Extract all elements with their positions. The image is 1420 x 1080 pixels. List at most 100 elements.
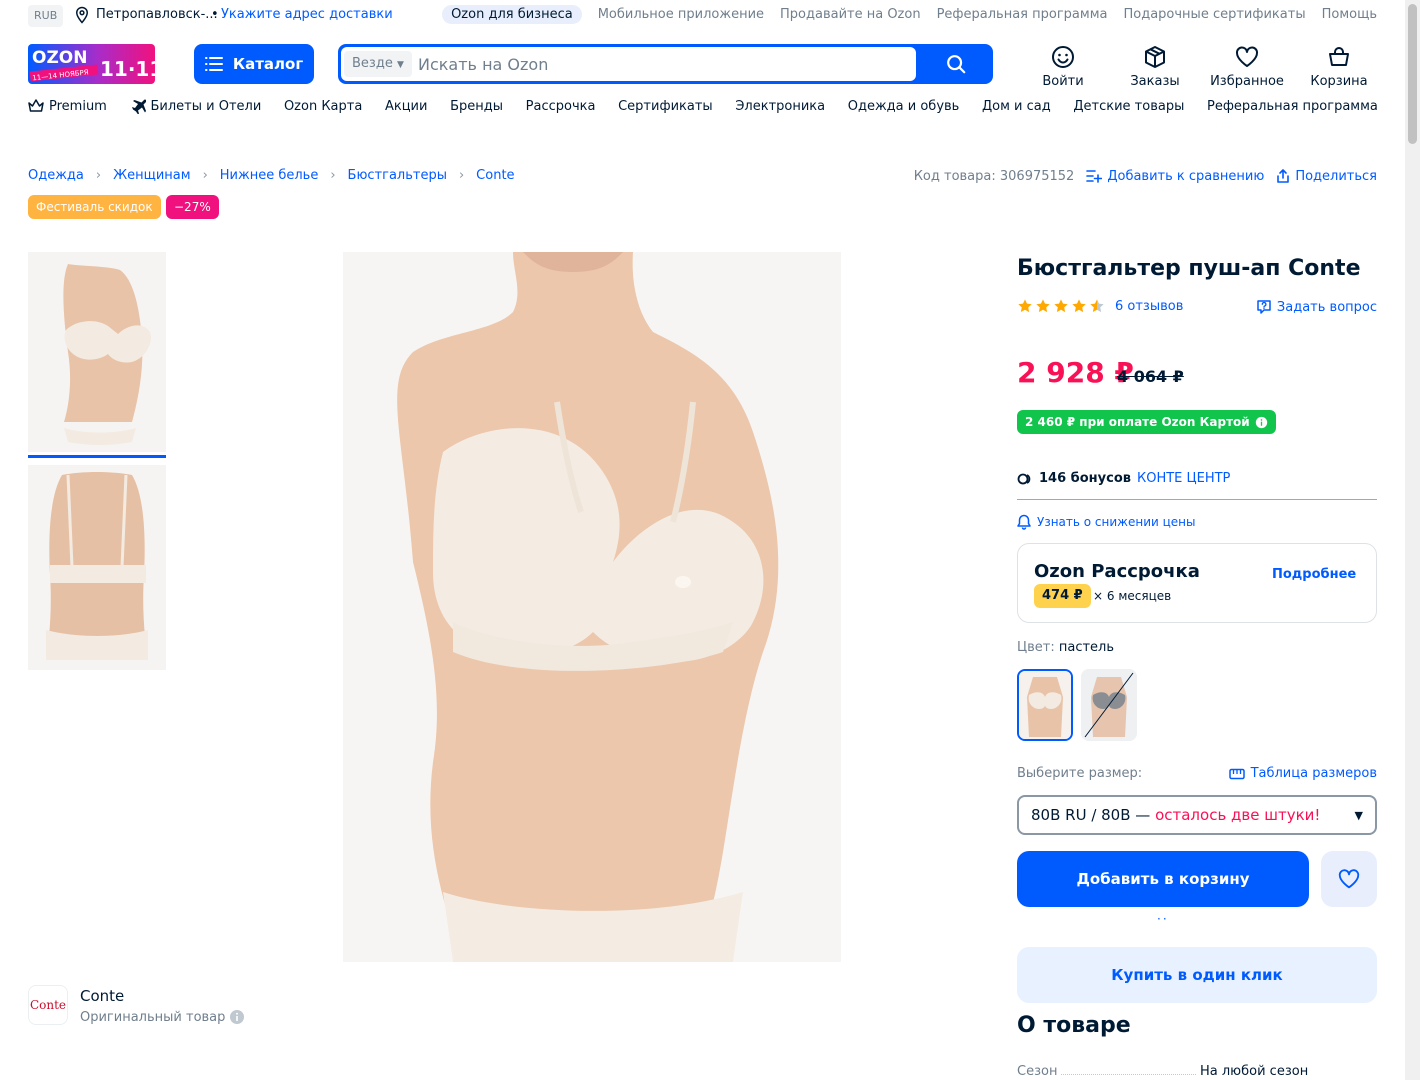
star-icon: [1054, 299, 1068, 313]
nav-item-premium[interactable]: Premium: [28, 98, 107, 114]
size-table-label: Таблица размеров: [1250, 766, 1377, 781]
bonus-count: 146 бонусов: [1039, 471, 1131, 486]
nav-item-clothes[interactable]: Одежда и обувь: [848, 98, 960, 114]
installment-card[interactable]: [1017, 543, 1377, 623]
size-stock-warning: осталось две штуки!: [1155, 806, 1321, 824]
color-label-key: Цвет:: [1017, 640, 1055, 655]
size-table-link[interactable]: Таблица размеров: [1228, 766, 1377, 781]
favorites-button[interactable]: Избранное: [1202, 44, 1292, 89]
installment-amount: 474 ₽: [1034, 584, 1091, 608]
toplink-business[interactable]: Ozon для бизнеса: [442, 5, 582, 24]
loading-dots: ··: [1157, 912, 1169, 926]
product-code: Код товара: 306975152: [913, 168, 1075, 184]
cart-label: Корзина: [1310, 74, 1368, 89]
login-button[interactable]: Войти: [1018, 44, 1108, 89]
gallery-thumb-back[interactable]: [28, 465, 166, 670]
nav-item-electronics[interactable]: Электроника: [735, 98, 825, 114]
breadcrumb-item[interactable]: Нижнее белье: [220, 168, 319, 183]
toplink-gift-cards[interactable]: Подарочные сертификаты: [1123, 7, 1305, 22]
installment-months: × 6 месяцев: [1093, 589, 1172, 603]
caret-down-icon: ▼: [396, 60, 404, 70]
ask-question-link[interactable]: Задать вопрос: [1256, 299, 1377, 315]
delivery-city[interactable]: Петропавловск-...: [96, 7, 218, 22]
share-label: Поделиться: [1295, 168, 1377, 184]
compare-icon: [1086, 170, 1103, 183]
info-icon[interactable]: [229, 1009, 245, 1025]
buy-one-click-button[interactable]: Купить в один клик: [1017, 947, 1377, 1003]
catalog-button[interactable]: Каталог: [194, 44, 314, 84]
search-scope-dropdown[interactable]: Везде ▼: [344, 51, 412, 77]
nav-item-tickets[interactable]: Билеты и Отели: [130, 98, 261, 114]
spec-key: Сезон: [1017, 1064, 1058, 1079]
currency-badge[interactable]: RUB: [28, 5, 64, 27]
brand-logo[interactable]: Conte: [28, 985, 68, 1025]
original-label-text: Оригинальный товар: [80, 1009, 226, 1025]
size-label: Выберите размер:: [1017, 766, 1143, 781]
chevron-right-icon: ›: [330, 168, 336, 183]
about-title: О товаре: [1017, 1013, 1131, 1038]
product-title: Бюстгальтер пуш-ап Conte: [1017, 256, 1361, 281]
nav-item-promo[interactable]: Акции: [385, 98, 428, 114]
seller-link[interactable]: КОНТЕ ЦЕНТР: [1137, 471, 1230, 486]
discount-badge: −27%: [166, 195, 219, 219]
star-half-icon: [1090, 299, 1104, 313]
spec-dots: [1061, 1064, 1196, 1075]
nav-item-certificates[interactable]: Сертификаты: [618, 98, 713, 114]
brand-name[interactable]: Conte: [80, 987, 124, 1005]
page-scrollbar[interactable]: [1405, 0, 1420, 1080]
price-drop-notify[interactable]: Узнать о снижении цены: [1017, 514, 1196, 530]
search-icon: [946, 55, 965, 74]
star-icon: [1036, 299, 1050, 313]
size-select[interactable]: 80B RU / 80B — осталось две штуки! ▼: [1017, 795, 1377, 835]
chevron-right-icon: ›: [202, 168, 208, 183]
nav-item-home[interactable]: Дом и сад: [982, 98, 1051, 114]
color-swatch-pastel[interactable]: [1017, 669, 1073, 741]
add-to-cart-button[interactable]: Добавить в корзину: [1017, 851, 1309, 907]
search-button[interactable]: [918, 44, 993, 84]
share-icon: [1277, 169, 1290, 183]
question-bubble-icon: [1257, 300, 1271, 314]
search-input[interactable]: [418, 53, 898, 75]
favorites-label: Избранное: [1210, 74, 1284, 89]
breadcrumb-item[interactable]: Бюстгальтеры: [348, 168, 447, 183]
card-price-text: 2 460 ₽ при оплате Ozon Картой: [1025, 415, 1250, 429]
nav-item-installment[interactable]: Рассрочка: [526, 98, 596, 114]
nav-item-kids[interactable]: Детские товары: [1073, 98, 1184, 114]
original-product-label: Оригинальный товар: [80, 1009, 245, 1025]
toplink-help[interactable]: Помощь: [1322, 7, 1377, 22]
toplink-mobile-app[interactable]: Мобильное приложение: [598, 7, 764, 22]
bell-icon: [1017, 514, 1031, 530]
heart-icon: [1236, 46, 1258, 67]
crown-icon: [28, 99, 44, 112]
breadcrumb-item[interactable]: Conte: [476, 168, 514, 183]
toplink-referral[interactable]: Реферальная программа: [937, 7, 1108, 22]
logo-text: OZON: [32, 48, 87, 68]
color-swatch-grey-unavailable[interactable]: [1081, 669, 1137, 741]
toplink-sell[interactable]: Продавайте на Ozon: [780, 7, 921, 22]
share-link[interactable]: Поделиться: [1276, 168, 1377, 184]
spec-row: Сезон На любой сезон: [1017, 1064, 1377, 1079]
color-value: пастель: [1058, 640, 1115, 655]
size-selected: 80B RU / 80B —: [1031, 806, 1151, 824]
compare-link[interactable]: Добавить к сравнению: [1086, 169, 1264, 184]
ozon-logo[interactable]: OZON 11—14 НОЯБРЯ 11·11: [28, 44, 155, 84]
breadcrumb-item[interactable]: Одежда: [28, 168, 84, 183]
ozon-card-price[interactable]: 2 460 ₽ при оплате Ozon Картой: [1017, 410, 1276, 434]
installment-more-link[interactable]: Подробнее: [1272, 567, 1356, 582]
add-to-favorites-button[interactable]: [1321, 851, 1377, 907]
delivery-address-link[interactable]: Укажите адрес доставки: [221, 7, 393, 22]
breadcrumb-item[interactable]: Женщинам: [113, 168, 190, 183]
scrollbar-thumb[interactable]: [1408, 4, 1417, 144]
orders-button[interactable]: Заказы: [1110, 44, 1200, 89]
reviews-link[interactable]: 6 отзывов: [1115, 299, 1183, 314]
nav-item-ozon-card[interactable]: Ozon Карта: [284, 98, 362, 114]
star-icon: [1072, 299, 1086, 313]
festival-badge[interactable]: Фестиваль скидок: [28, 195, 161, 219]
caret-down-icon: ▼: [1354, 808, 1363, 822]
cart-button[interactable]: Корзина: [1294, 44, 1384, 89]
product-main-image[interactable]: [343, 252, 841, 962]
rating-stars[interactable]: [1017, 298, 1105, 314]
nav-item-brands[interactable]: Бренды: [450, 98, 503, 114]
nav-item-referral[interactable]: Реферальная программа: [1207, 98, 1378, 114]
gallery-thumb-front[interactable]: [28, 252, 166, 452]
